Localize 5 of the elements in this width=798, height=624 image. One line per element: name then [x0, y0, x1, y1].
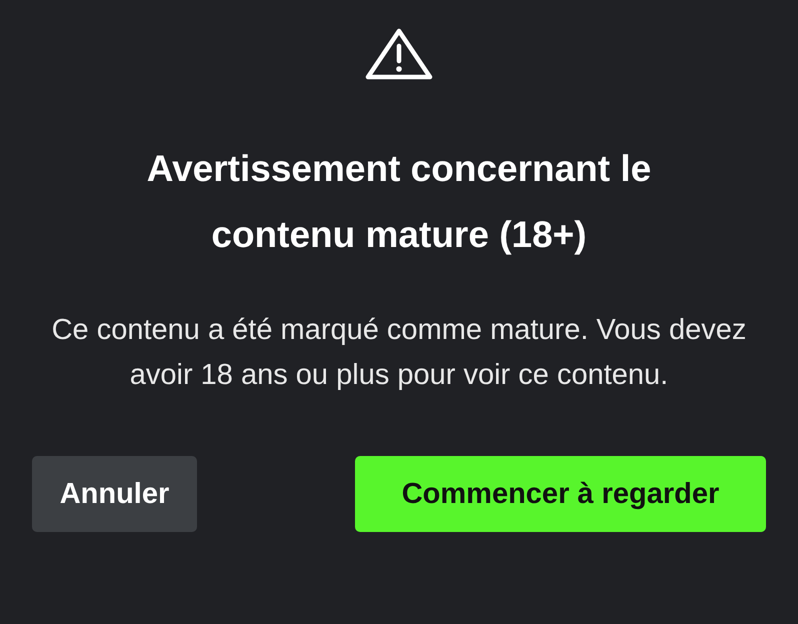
dialog-message: Ce contenu a été marqué comme mature. Vous devez avoir 18 ans ou plus pour voir ce contenu.: [50, 313, 748, 393]
start-button[interactable]: Commencer à regarder: [355, 456, 766, 532]
warning-icon: [365, 28, 433, 80]
cancel-button[interactable]: Annuler: [32, 456, 197, 532]
dialog-title: Avertissement concernant le contenu mature (18+): [146, 147, 652, 257]
